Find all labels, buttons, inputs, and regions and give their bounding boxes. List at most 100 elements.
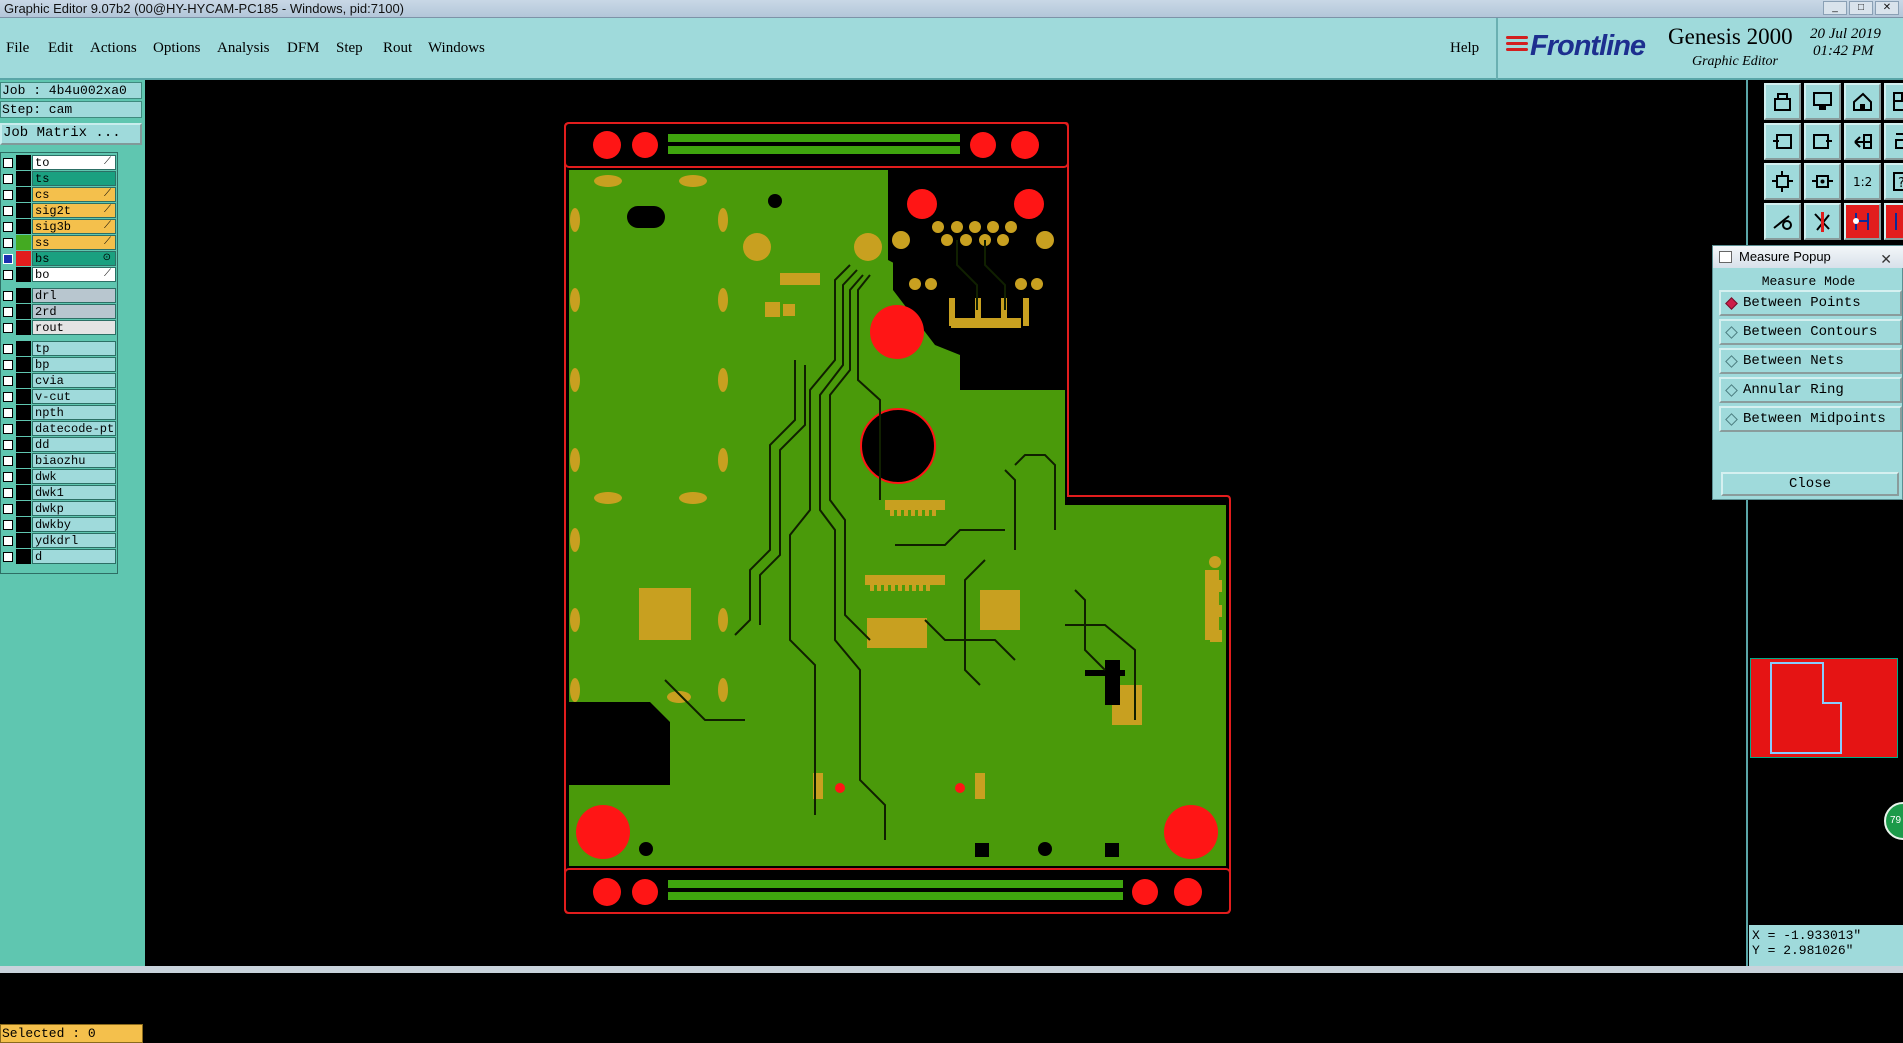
layer-checkbox[interactable] [3, 472, 13, 482]
layer-row-ydkdrl[interactable]: ydkdrl [1, 533, 119, 548]
layer-checkbox[interactable] [3, 504, 13, 514]
layer-checkbox[interactable] [3, 323, 13, 333]
zoom-center-button[interactable] [1804, 163, 1841, 200]
layer-row-v-cut[interactable]: v-cut [1, 389, 119, 404]
layer-row-ss[interactable]: ss ⟋ [1, 235, 119, 250]
measure-option-between-points[interactable]: Between Points [1719, 290, 1902, 316]
layer-row-dwkp[interactable]: dwkp [1, 501, 119, 516]
layer-row-bo[interactable]: bo ⟋ [1, 267, 119, 282]
layer-name[interactable]: v-cut [32, 389, 116, 404]
layer-row-cvia[interactable]: cvia [1, 373, 119, 388]
layer-color-swatch[interactable] [16, 469, 31, 484]
layer-color-swatch[interactable] [16, 501, 31, 516]
layer-color-swatch[interactable] [16, 187, 31, 202]
layer-name[interactable]: biaozhu [32, 453, 116, 468]
layer-color-swatch[interactable] [16, 171, 31, 186]
layer-name[interactable]: d [32, 549, 116, 564]
layer-row-drl[interactable]: drl [1, 288, 119, 303]
layer-checkbox[interactable] [3, 392, 13, 402]
layer-name[interactable]: tp [32, 341, 116, 356]
layer-row-2rd[interactable]: 2rd [1, 304, 119, 319]
layer-checkbox[interactable] [3, 360, 13, 370]
help-button[interactable]: ? [1884, 163, 1903, 200]
layer-color-swatch[interactable] [16, 357, 31, 372]
layer-checkbox[interactable] [3, 174, 13, 184]
layer-checkbox[interactable] [3, 158, 13, 168]
layer-name[interactable]: dwk [32, 469, 116, 484]
layer-name[interactable]: to ⟋ [32, 155, 116, 170]
menu-rout[interactable]: Rout [383, 40, 412, 57]
layer-name[interactable]: rout [32, 320, 116, 335]
measure-option-annular-ring[interactable]: Annular Ring [1719, 377, 1902, 403]
measure-close-button[interactable]: Close [1721, 472, 1899, 496]
layer-color-swatch[interactable] [16, 517, 31, 532]
fit-right-button[interactable] [1804, 123, 1841, 160]
measure-option-between-midpoints[interactable]: Between Midpoints [1719, 406, 1902, 432]
job-matrix-button[interactable]: Job Matrix ... [0, 123, 142, 145]
layer-color-swatch[interactable] [16, 453, 31, 468]
layer-color-swatch[interactable] [16, 219, 31, 234]
cut-button[interactable] [1804, 203, 1841, 240]
open-job-button[interactable] [1764, 83, 1801, 120]
layer-checkbox[interactable] [3, 520, 13, 530]
save-button[interactable] [1804, 83, 1841, 120]
close-icon[interactable]: ✕ [1880, 248, 1892, 270]
layer-row-datecode-pt[interactable]: datecode-pt [1, 421, 119, 436]
maximize-button[interactable]: □ [1849, 1, 1873, 15]
layer-name[interactable]: ydkdrl [32, 533, 116, 548]
layer-row-npth[interactable]: npth [1, 405, 119, 420]
layer-checkbox[interactable] [3, 238, 13, 248]
layer-checkbox[interactable] [3, 206, 13, 216]
layer-checkbox[interactable] [3, 307, 13, 317]
layer-checkbox[interactable] [3, 536, 13, 546]
layer-color-swatch[interactable] [16, 373, 31, 388]
layer-name[interactable]: dwkby [32, 517, 116, 532]
layer-color-swatch[interactable] [16, 267, 31, 282]
menu-step[interactable]: Step [336, 40, 363, 57]
radio-unselected-icon[interactable] [1725, 326, 1738, 339]
layer-color-swatch[interactable] [16, 341, 31, 356]
graphics-canvas[interactable] [145, 80, 1746, 966]
layer-name[interactable]: dd [32, 437, 116, 452]
layer-name[interactable]: sig2t ⟋ [32, 203, 116, 218]
layer-color-swatch[interactable] [16, 203, 31, 218]
measure-option-between-contours[interactable]: Between Contours [1719, 319, 1902, 345]
layer-name[interactable]: bs ⊙ [32, 251, 116, 266]
layer-name[interactable]: sig3b ⟋ [32, 219, 116, 234]
menu-help[interactable]: Help [1450, 40, 1479, 57]
layer-checkbox[interactable] [3, 424, 13, 434]
radio-unselected-icon[interactable] [1725, 384, 1738, 397]
layer-color-swatch[interactable] [16, 288, 31, 303]
layer-name[interactable]: dwkp [32, 501, 116, 516]
fit-left-button[interactable] [1764, 123, 1801, 160]
layer-row-sig3b[interactable]: sig3b ⟋ [1, 219, 119, 234]
layer-name[interactable]: ss ⟋ [32, 235, 116, 250]
layer-color-swatch[interactable] [16, 389, 31, 404]
layer-name[interactable]: 2rd [32, 304, 116, 319]
layer-checkbox[interactable] [3, 488, 13, 498]
layer-color-swatch[interactable] [16, 421, 31, 436]
measure-option-between-nets[interactable]: Between Nets [1719, 348, 1902, 374]
layer-checkbox[interactable] [3, 222, 13, 232]
home-button[interactable] [1844, 83, 1881, 120]
layer-checkbox[interactable] [3, 440, 13, 450]
layer-name[interactable]: cvia [32, 373, 116, 388]
layer-row-biaozhu[interactable]: biaozhu [1, 453, 119, 468]
close-window-button[interactable]: ✕ [1875, 1, 1899, 15]
minimize-button[interactable]: _ [1823, 1, 1847, 15]
menu-options[interactable]: Options [153, 40, 201, 57]
layer-checkbox[interactable] [3, 291, 13, 301]
layer-checkbox[interactable] [3, 254, 13, 264]
layer-name[interactable]: ts [32, 171, 116, 186]
layer-checkbox[interactable] [3, 270, 13, 280]
menu-file[interactable]: File [6, 40, 29, 57]
zoom-fit-button[interactable] [1764, 163, 1801, 200]
layer-color-swatch[interactable] [16, 549, 31, 564]
net-highlight-button[interactable] [1844, 203, 1881, 240]
layer-checkbox[interactable] [3, 408, 13, 418]
measure-popup-title-bar[interactable]: Measure Popup ✕ [1713, 246, 1903, 268]
radio-selected-icon[interactable] [1725, 297, 1738, 310]
layer-name[interactable]: cs ⟋ [32, 187, 116, 202]
layer-color-swatch[interactable] [16, 251, 31, 266]
radio-unselected-icon[interactable] [1725, 355, 1738, 368]
